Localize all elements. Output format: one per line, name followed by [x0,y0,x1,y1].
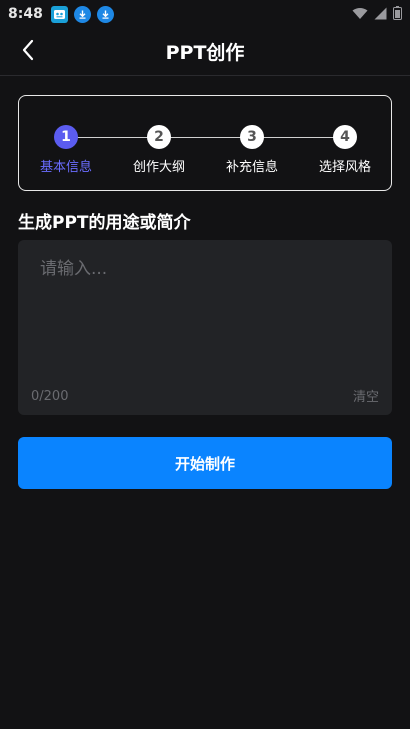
step-style[interactable]: 4 选择风格 [305,125,385,175]
description-input[interactable] [40,254,370,374]
wifi-icon [352,5,368,24]
battery-icon [393,5,402,24]
start-button[interactable]: 开始制作 [18,437,392,489]
nav-bar: PPT创作 [0,28,410,76]
app-icon [50,5,68,23]
back-button[interactable] [14,38,42,66]
step-number: 2 [147,125,171,149]
step-label: 创作大纲 [132,160,185,175]
stepper-connector [66,137,346,138]
step-basic-info[interactable]: 1 基本信息 [26,125,106,175]
section-title: 生成PPT的用途或简介 [18,213,191,233]
status-app-icons [50,5,114,23]
step-number: 3 [240,125,264,149]
status-bar: 8:48 [0,0,410,28]
stepper: 1 基本信息 2 创作大纲 3 补充信息 4 选择风格 [18,95,392,191]
step-outline[interactable]: 2 创作大纲 [119,125,199,175]
description-box: 0/200 清空 [18,240,392,415]
step-label: 补充信息 [225,160,278,175]
step-number: 1 [54,125,78,149]
step-extra-info[interactable]: 3 补充信息 [212,125,292,175]
status-time: 8:48 [8,6,43,22]
download-icon [96,5,114,23]
download-icon [73,5,91,23]
page-title: PPT创作 [165,42,245,64]
status-system-icons [352,5,402,24]
step-number: 4 [333,125,357,149]
char-counter: 0/200 [31,389,69,404]
step-label: 选择风格 [318,160,371,175]
signal-icon [374,5,387,24]
step-label: 基本信息 [39,160,92,175]
chevron-left-icon [21,39,35,65]
clear-button[interactable]: 清空 [353,386,379,405]
